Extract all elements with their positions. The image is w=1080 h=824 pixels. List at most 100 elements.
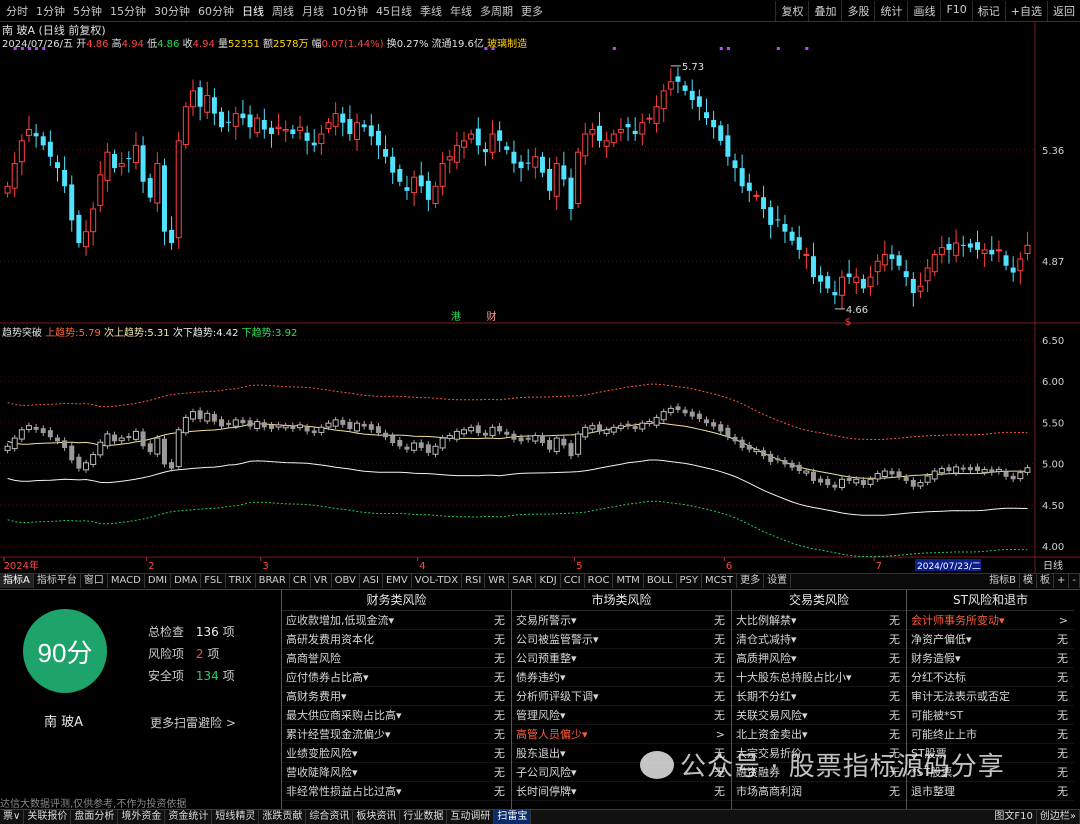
risk-item-label: 营收陡降风险▾ <box>286 766 358 779</box>
risk-item[interactable]: 大比例解禁▾ 无 <box>732 611 906 630</box>
taskbar-item[interactable]: 资金统计 <box>165 810 213 824</box>
risk-item[interactable]: 营收陡降风险▾ 无 <box>282 763 511 782</box>
taskbar-right-item[interactable]: 图文F10 <box>991 810 1037 824</box>
risk-item[interactable]: 高商誉风险 无 <box>282 649 511 668</box>
risk-item[interactable]: 高管人员偏少▾ > <box>512 725 731 744</box>
indicator-tab[interactable]: BOLL <box>644 574 677 588</box>
indicator-tab[interactable]: PSY <box>677 574 703 588</box>
trend-candle-down <box>390 435 396 443</box>
risk-item[interactable]: 非经常性损益占比过高▾ 无 <box>282 782 511 801</box>
indicator-tab[interactable]: KDJ <box>536 574 561 588</box>
indicator-tab[interactable]: DMA <box>171 574 202 588</box>
risk-item[interactable]: 市场高商利润 无 <box>732 782 906 801</box>
risk-item[interactable]: 清仓式减持▾ 无 <box>732 630 906 649</box>
risk-item[interactable]: 净资产偏低▾ 无 <box>907 630 1074 649</box>
taskbar-right-item[interactable]: 创边栏» <box>1037 810 1080 824</box>
risk-item[interactable]: 高研发费用资本化 无 <box>282 630 511 649</box>
risk-item[interactable]: 十大股东总持股占比小▾ 无 <box>732 668 906 687</box>
indicator-tab[interactable]: MTM <box>613 574 644 588</box>
risk-item[interactable]: 可能被*ST 无 <box>907 706 1074 725</box>
risk-item[interactable]: 应收款增加,低现金流▾ 无 <box>282 611 511 630</box>
indicator-tab[interactable]: VR <box>311 574 332 588</box>
indicator-tab[interactable]: EMV <box>383 574 412 588</box>
risk-item[interactable]: 交易所警示▾ 无 <box>512 611 731 630</box>
indicator-tab[interactable]: FSL <box>201 574 226 588</box>
taskbar-item[interactable]: 涨跌贡献 <box>259 810 307 824</box>
indicator-tab[interactable]: TRIX <box>226 574 256 588</box>
indicator-tab[interactable]: 窗口 <box>81 574 108 588</box>
trend-candle-up <box>411 442 418 451</box>
indicator-tab[interactable]: MCST <box>702 574 738 588</box>
risk-item[interactable]: 退市整理 无 <box>907 782 1074 801</box>
taskbar-item[interactable]: 境外资金 <box>118 810 166 824</box>
risk-item[interactable]: 会计师事务所变动▾ > <box>907 611 1074 630</box>
risk-item[interactable]: 分析师评级下调▾ 无 <box>512 687 731 706</box>
candle-body-up <box>582 133 589 157</box>
risk-item-label: 审计无法表示或否定 <box>911 690 1010 703</box>
indicator-tab[interactable]: 指标A <box>0 574 34 588</box>
trend-candle-down <box>632 426 638 429</box>
taskbar-item[interactable]: 票∨ <box>0 810 25 824</box>
indicator-tab-right[interactable]: 板 <box>1037 574 1054 588</box>
risk-item[interactable]: 北上资金卖出▾ 无 <box>732 725 906 744</box>
trend-candle-down <box>418 442 424 448</box>
indicator-tab-right[interactable]: 指标B <box>986 574 1020 588</box>
taskbar-item[interactable]: 关联报价 <box>24 810 72 824</box>
candle-body-up <box>318 133 325 145</box>
risk-item[interactable]: 长时间停牌▾ 无 <box>512 782 731 801</box>
risk-item[interactable]: 应付债券占比高▾ 无 <box>282 668 511 687</box>
taskbar-item[interactable]: 行业数据 <box>400 810 448 824</box>
more-risk-scan-link[interactable]: 更多扫雷避险 > <box>150 714 236 731</box>
taskbar-item[interactable]: 综合资讯 <box>306 810 354 824</box>
candle-body-down <box>147 178 153 198</box>
indicator-tab[interactable]: CCI <box>561 574 585 588</box>
indicator-tab[interactable]: OBV <box>332 574 360 588</box>
candle-body-down <box>682 85 688 91</box>
candle-body-down <box>404 187 410 191</box>
risk-item[interactable]: 长期不分红▾ 无 <box>732 687 906 706</box>
risk-item[interactable]: 累计经营现金流偏少▾ 无 <box>282 725 511 744</box>
indicator-tab-right[interactable]: - <box>1069 574 1080 588</box>
risk-item[interactable]: 高财务费用▾ 无 <box>282 687 511 706</box>
indicator-tab[interactable]: WR <box>485 574 510 588</box>
trend-candle-up <box>924 475 931 483</box>
taskbar-item[interactable]: 盘面分析 <box>71 810 119 824</box>
candle-body-down <box>247 114 253 128</box>
risk-item[interactable]: 公司预重整▾ 无 <box>512 649 731 668</box>
risk-item[interactable]: 债券违约▾ 无 <box>512 668 731 687</box>
indicator-tab[interactable]: 更多 <box>737 574 765 588</box>
risk-item[interactable]: 关联交易风险▾ 无 <box>732 706 906 725</box>
indicator-tab-right[interactable]: + <box>1054 574 1070 588</box>
candle-body-down <box>340 113 346 123</box>
risk-item[interactable]: 业绩变脸风险▾ 无 <box>282 744 511 763</box>
indicator-tab[interactable]: 指标平台 <box>34 574 81 588</box>
risk-item[interactable]: 审计无法表示或否定 无 <box>907 687 1074 706</box>
risk-item[interactable]: 最大供应商采购占比高▾ 无 <box>282 706 511 725</box>
risk-item[interactable]: 可能终止上市 无 <box>907 725 1074 744</box>
indicator-tab[interactable]: CR <box>290 574 311 588</box>
indicator-tab[interactable]: VOL-TDX <box>412 574 463 588</box>
indicator-tab[interactable]: MACD <box>108 574 145 588</box>
kline-chart[interactable]: 5.36 4.87 5.73 4.66$ 港 财 6.50 6.00 5.50 5.00 4.50 4… <box>0 0 1080 573</box>
taskbar-item[interactable]: 互动调研 <box>447 810 495 824</box>
taskbar-item[interactable]: 短线精灵 <box>212 810 260 824</box>
indicator-tab[interactable]: RSI <box>462 574 486 588</box>
indicator-tab-right[interactable]: 模 <box>1020 574 1037 588</box>
risk-item[interactable]: 管理风险▾ 无 <box>512 706 731 725</box>
taskbar-item[interactable]: 板块资讯 <box>353 810 401 824</box>
risk-item-status: 无 <box>494 690 505 703</box>
risk-item[interactable]: 公司被监管警示▾ 无 <box>512 630 731 649</box>
risk-item[interactable]: 分红不达标 无 <box>907 668 1074 687</box>
indicator-tab[interactable]: ROC <box>585 574 614 588</box>
indicator-tab[interactable]: BRAR <box>256 574 290 588</box>
risk-item[interactable]: 财务造假▾ 无 <box>907 649 1074 668</box>
indicator-tab[interactable]: ASI <box>360 574 383 588</box>
candle-body-down <box>775 219 781 221</box>
indicator-tab[interactable]: 设置 <box>764 574 792 588</box>
indicator-tab[interactable]: SAR <box>509 574 537 588</box>
trend-candle-down <box>675 406 681 411</box>
indicator-tab[interactable]: DMI <box>145 574 172 588</box>
trend-candle-down <box>47 430 53 438</box>
taskbar-item[interactable]: 扫雷宝 <box>494 810 532 824</box>
risk-item[interactable]: 高质押风险▾ 无 <box>732 649 906 668</box>
